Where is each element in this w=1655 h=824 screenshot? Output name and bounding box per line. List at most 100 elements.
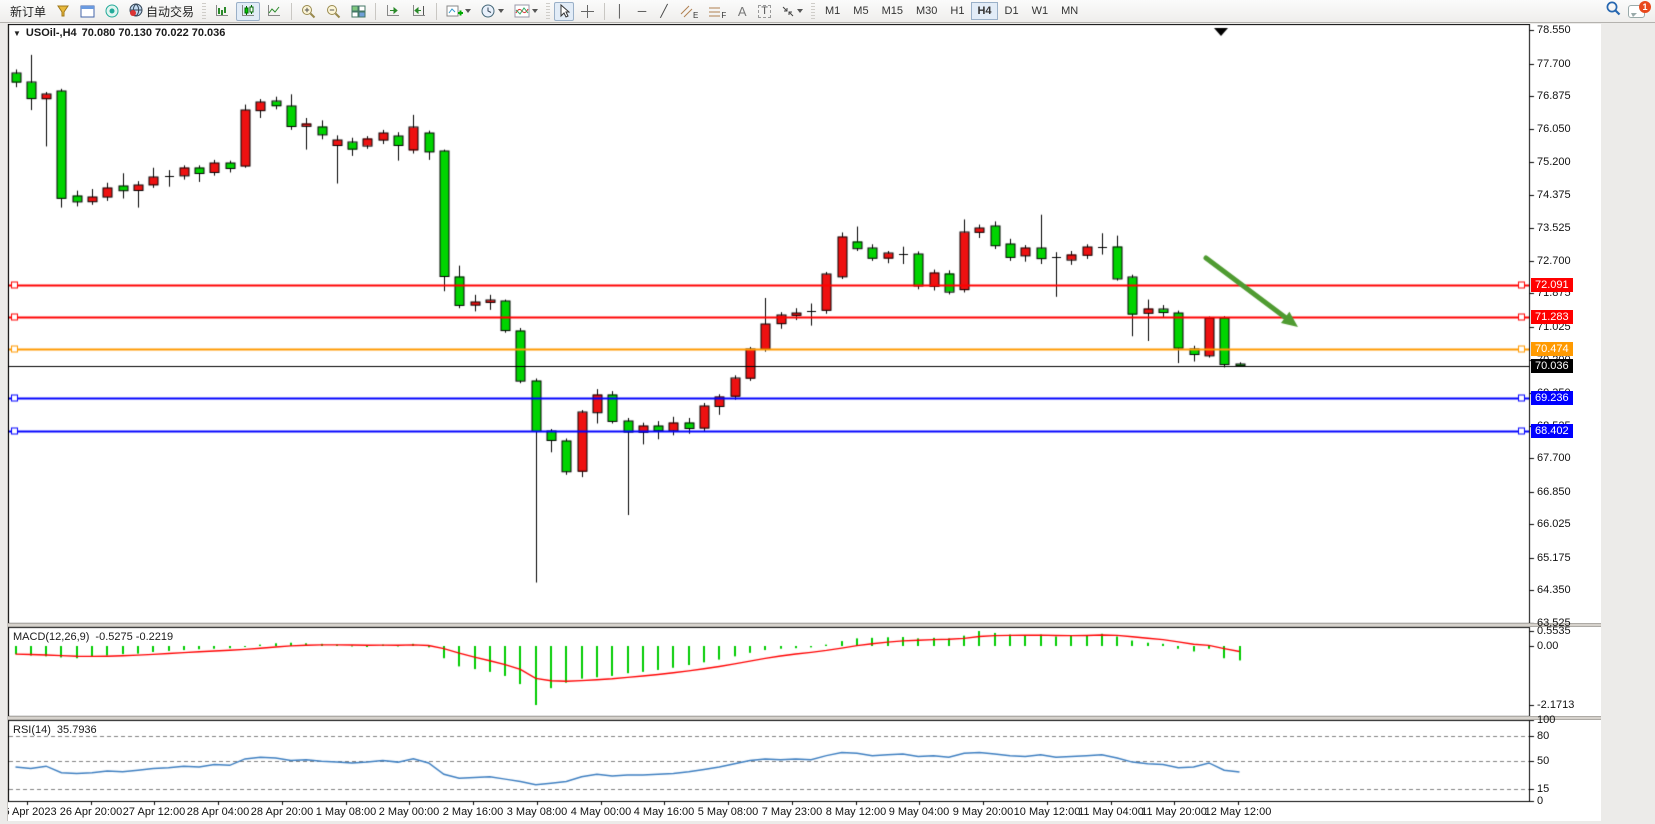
tile-windows-button[interactable] bbox=[347, 2, 370, 21]
chart-symbol-label: USOil-,H4 bbox=[26, 27, 77, 39]
time-axis-tick: 27 Apr 12:00 bbox=[123, 806, 185, 818]
price-axis-tick-65.175: 65.175 bbox=[1537, 552, 1571, 564]
text-tool-button[interactable]: A bbox=[732, 2, 752, 21]
time-axis-tick: 9 May 20:00 bbox=[953, 806, 1014, 818]
cursor-tool-button[interactable] bbox=[554, 2, 574, 21]
macd-indicator-label: MACD(12,26,9) -0.5275 -0.2219 bbox=[13, 631, 173, 643]
line-chart-mode-button[interactable] bbox=[262, 2, 286, 21]
rsi-indicator-label: RSI(14) 35.7936 bbox=[13, 724, 97, 736]
time-axis-tick: 11 May 04:00 bbox=[1078, 806, 1144, 818]
funnel-icon[interactable] bbox=[52, 2, 74, 21]
main-toolbar: 新订单 自动交易 bbox=[0, 0, 1655, 23]
price-line-tag-69.236[interactable]: 69.236 bbox=[1531, 391, 1573, 405]
timeframe-h1[interactable]: H1 bbox=[944, 2, 970, 20]
symbol-dropdown-icon[interactable]: ▼ bbox=[13, 29, 21, 38]
timeframe-toolbar: M1M5M15M30H1H4D1W1MN bbox=[819, 2, 1084, 20]
price-axis-tick-76.050: 76.050 bbox=[1537, 123, 1571, 135]
rsi-axis-tick-15: 15 bbox=[1537, 783, 1549, 795]
pane-splitter[interactable] bbox=[8, 716, 1601, 720]
toolbar-separator bbox=[436, 3, 437, 20]
fibonacci-tool-button[interactable]: F bbox=[704, 2, 730, 21]
timeframe-d1[interactable]: D1 bbox=[999, 2, 1025, 20]
timeframe-h4[interactable]: H4 bbox=[971, 2, 997, 20]
price-axis-tick-76.875: 76.875 bbox=[1537, 90, 1571, 102]
notification-badge: 1 bbox=[1639, 1, 1651, 13]
timeframe-w1[interactable]: W1 bbox=[1026, 2, 1055, 20]
time-axis-tick: 28 Apr 04:00 bbox=[187, 806, 249, 818]
market-watch-icon[interactable] bbox=[76, 2, 99, 21]
time-axis-tick: 9 May 04:00 bbox=[889, 806, 950, 818]
signal-icon[interactable] bbox=[101, 2, 123, 21]
pane-splitter[interactable] bbox=[8, 623, 1601, 627]
time-axis-tick: 5 May 08:00 bbox=[698, 806, 759, 818]
equidistant-channel-tool-button[interactable]: E bbox=[676, 2, 702, 21]
toolbar-separator bbox=[291, 3, 292, 20]
price-axis-tick-66.850: 66.850 bbox=[1537, 486, 1571, 498]
candlestick-mode-button[interactable] bbox=[236, 2, 260, 21]
price-axis-tick-78.550: 78.550 bbox=[1537, 24, 1571, 36]
crosshair-tool-button[interactable] bbox=[576, 2, 599, 21]
zoom-out-button[interactable] bbox=[322, 2, 345, 21]
arrows-tool-dropdown[interactable] bbox=[777, 2, 807, 21]
time-axis-tick: 1 May 08:00 bbox=[316, 806, 377, 818]
autotrade-globe-icon bbox=[129, 3, 143, 20]
price-axis-tick-75.200: 75.200 bbox=[1537, 156, 1571, 168]
template-dropdown[interactable] bbox=[510, 2, 542, 21]
time-axis-tick: 12 May 12:00 bbox=[1205, 806, 1272, 818]
chevron-down-icon bbox=[532, 9, 538, 13]
price-line-tag-70.036[interactable]: 70.036 bbox=[1531, 359, 1573, 373]
autotrade-button[interactable]: 自动交易 bbox=[125, 2, 198, 21]
text-label-tool-button[interactable]: T bbox=[754, 2, 775, 21]
auto-scroll-button[interactable] bbox=[381, 2, 405, 21]
price-axis-tick-67.700: 67.700 bbox=[1537, 452, 1571, 464]
time-axis-tick: 4 May 16:00 bbox=[634, 806, 695, 818]
price-line-tag-71.283[interactable]: 71.283 bbox=[1531, 310, 1573, 324]
vertical-line-tool-button[interactable]: │ bbox=[610, 2, 630, 21]
chevron-down-icon bbox=[797, 9, 803, 13]
horizontal-line-tool-button[interactable]: ─ bbox=[632, 2, 652, 21]
timeframe-m1[interactable]: M1 bbox=[819, 2, 846, 20]
timeframe-m15[interactable]: M15 bbox=[876, 2, 909, 20]
price-line-tag-68.402[interactable]: 68.402 bbox=[1531, 424, 1573, 438]
price-axis-tick-77.700: 77.700 bbox=[1537, 58, 1571, 70]
chart-ohlc-readout: 70.080 70.130 70.022 70.036 bbox=[82, 27, 226, 39]
chevron-down-icon bbox=[465, 9, 471, 13]
bar-chart-mode-button[interactable] bbox=[210, 2, 234, 21]
period-dropdown[interactable] bbox=[477, 2, 508, 21]
timeframe-mn[interactable]: MN bbox=[1055, 2, 1084, 20]
time-axis-tick: 10 May 12:00 bbox=[1014, 806, 1081, 818]
zoom-in-button[interactable] bbox=[297, 2, 320, 21]
time-axis-tick: 7 May 23:00 bbox=[762, 806, 823, 818]
timeframe-m5[interactable]: M5 bbox=[847, 2, 874, 20]
price-line-tag-72.091[interactable]: 72.091 bbox=[1531, 278, 1573, 292]
trendline-tool-button[interactable]: ╱ bbox=[654, 2, 674, 21]
chevron-down-icon bbox=[498, 9, 504, 13]
rsi-name: RSI(14) bbox=[13, 724, 51, 736]
toolbar-grip bbox=[811, 3, 815, 19]
notifications-icon[interactable]: 1 bbox=[1628, 5, 1645, 18]
time-axis-tick: 2 May 16:00 bbox=[443, 806, 504, 818]
rsi-axis-tick-50: 50 bbox=[1537, 755, 1549, 767]
new-order-button[interactable]: 新订单 bbox=[6, 2, 50, 21]
new-chart-dropdown[interactable] bbox=[442, 2, 475, 21]
chart-canvas[interactable] bbox=[8, 24, 1601, 821]
timeframe-m30[interactable]: M30 bbox=[910, 2, 943, 20]
chart-title: ▼ USOil-,H4 70.080 70.130 70.022 70.036 bbox=[13, 27, 225, 39]
search-icon[interactable] bbox=[1605, 0, 1622, 22]
macd-axis-tick-0.00: 0.00 bbox=[1537, 640, 1558, 652]
chart-shift-button[interactable] bbox=[407, 2, 431, 21]
price-axis-tick-73.525: 73.525 bbox=[1537, 222, 1571, 234]
time-axis-tick: 26 Apr 2023 bbox=[7, 806, 57, 818]
rsi-axis-tick-0: 0 bbox=[1537, 795, 1543, 807]
price-axis-tick-66.025: 66.025 bbox=[1537, 518, 1571, 530]
price-line-tag-70.474[interactable]: 70.474 bbox=[1531, 342, 1573, 356]
time-axis-tick: 28 Apr 20:00 bbox=[251, 806, 313, 818]
macd-axis-tick-0.5535: 0.5535 bbox=[1537, 625, 1571, 637]
macd-name: MACD(12,26,9) bbox=[13, 631, 89, 643]
toolbar-separator bbox=[375, 3, 376, 20]
rsi-value: 35.7936 bbox=[57, 724, 97, 736]
chart-window: ▼ USOil-,H4 70.080 70.130 70.022 70.036 … bbox=[7, 24, 1601, 821]
autotrade-label: 自动交易 bbox=[146, 3, 194, 20]
rsi-axis-tick-80: 80 bbox=[1537, 730, 1549, 742]
time-axis-tick: 3 May 08:00 bbox=[507, 806, 568, 818]
